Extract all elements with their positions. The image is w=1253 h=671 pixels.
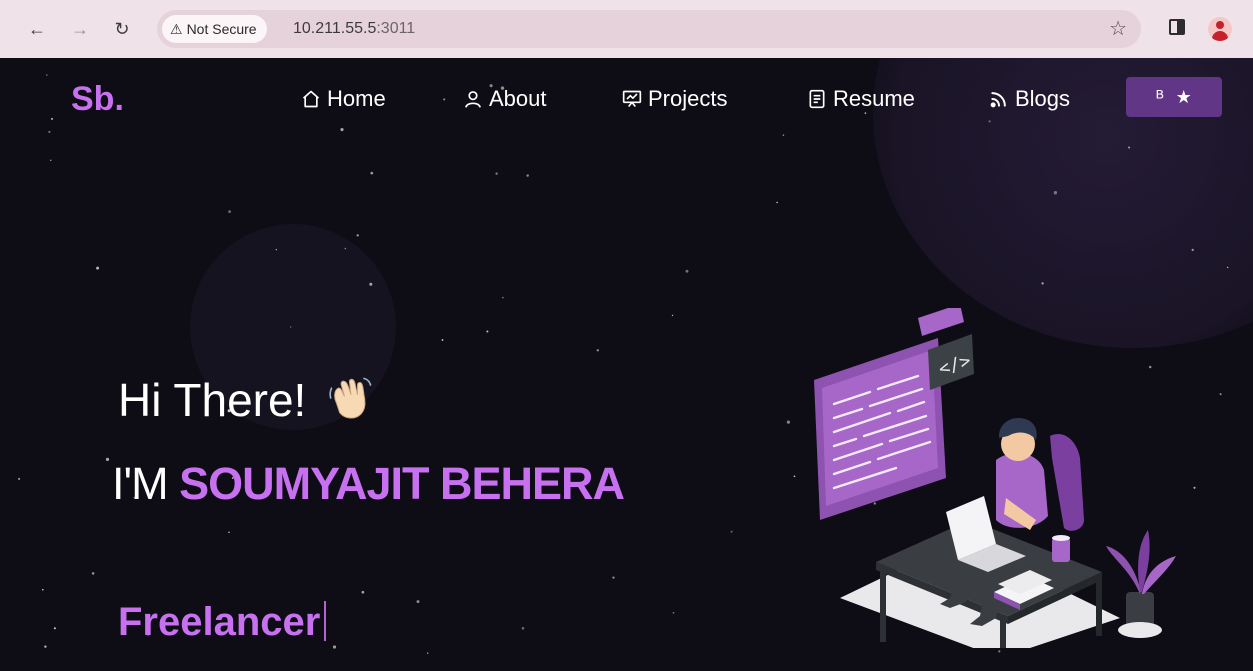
back-arrow-icon[interactable]: ← [25, 17, 49, 41]
star-dot [427, 652, 429, 654]
hero-name: SOUMYAJIT BEHERA [179, 458, 625, 509]
security-label: Not Secure [186, 21, 257, 37]
star-dot [50, 159, 52, 161]
user-icon [465, 91, 481, 108]
star-dot [332, 645, 337, 649]
reload-icon[interactable]: ↻ [110, 17, 134, 41]
nav-blogs-label: Blogs [1015, 86, 1071, 111]
nav-blogs[interactable]: Blogs [989, 84, 1070, 114]
home-icon [302, 90, 320, 108]
star-dot [671, 314, 674, 317]
star-dot [486, 330, 489, 333]
star-dot [685, 269, 689, 273]
developer-illustration: </> [814, 308, 1176, 648]
star-dot [228, 531, 230, 534]
intro-heading: I'M SOUMYAJIT BEHERA [112, 458, 625, 510]
intro-prefix: I'M [112, 458, 169, 509]
star-dot [416, 600, 420, 604]
star-dot [18, 477, 21, 480]
url-text[interactable]: 10.211.55.5:3011 [293, 10, 415, 48]
star-dot [1191, 248, 1194, 252]
star-dot [53, 627, 56, 630]
presentation-icon [622, 90, 642, 108]
star-dot [290, 326, 292, 328]
star-dot [672, 611, 675, 614]
star-dot [1226, 266, 1229, 269]
star-dot [1128, 146, 1131, 149]
github-fork-button[interactable]: ᴮ ★ [1126, 77, 1222, 117]
url-host: 10.211.55.5 [293, 20, 377, 37]
bookmark-star-icon[interactable]: ☆ [1109, 18, 1127, 40]
star-dot [370, 171, 374, 175]
greeting-heading: Hi There! [118, 372, 377, 427]
typed-role: Freelancer [118, 600, 327, 645]
nav-resume-label: Resume [833, 86, 915, 111]
star-dot [44, 645, 47, 648]
warning-icon: ⚠ [170, 21, 183, 37]
star-icon: ★ [1175, 87, 1192, 107]
star-dot [1053, 191, 1058, 195]
star-dot [793, 475, 796, 478]
browser-toolbar: ← → ↻ ⚠ Not Secure 10.211.55.5:3011 ☆ [0, 0, 1253, 59]
forward-arrow-icon[interactable]: → [68, 17, 92, 41]
star-dot [612, 576, 615, 579]
typed-role-text: Freelancer [118, 600, 321, 644]
star-dot [41, 588, 44, 591]
star-dot [356, 234, 359, 237]
star-dot [502, 296, 504, 299]
nav-resume[interactable]: Resume [807, 84, 915, 114]
security-chip[interactable]: ⚠ Not Secure [162, 15, 267, 43]
nav-projects-label: Projects [648, 86, 728, 111]
star-dot [786, 420, 791, 424]
side-panel-icon[interactable] [1169, 19, 1185, 35]
star-dot [441, 339, 444, 341]
navbar: Sb. Home About Projects Resume Blogs ᴮ ★ [0, 58, 1253, 138]
address-bar[interactable]: ⚠ Not Secure 10.211.55.5:3011 ☆ [157, 10, 1141, 48]
nav-about[interactable]: About [463, 84, 547, 114]
star-dot [96, 266, 100, 270]
star-dot [521, 627, 525, 630]
typing-cursor [324, 601, 327, 641]
star-dot [998, 650, 1001, 653]
nav-home-label: Home [327, 86, 386, 111]
nav-home[interactable]: Home [301, 84, 386, 114]
star-dot [526, 174, 529, 177]
document-icon [809, 89, 825, 109]
star-dot [105, 457, 110, 461]
star-dot [275, 248, 277, 251]
star-dot [596, 349, 600, 352]
nav-about-label: About [489, 86, 547, 111]
star-dot [228, 210, 232, 214]
star-dot [1219, 393, 1222, 396]
star-dot [495, 172, 498, 175]
nav-projects[interactable]: Projects [622, 84, 727, 114]
star-dot [369, 282, 373, 286]
url-port: :3011 [376, 20, 416, 37]
rss-icon [990, 92, 1006, 108]
star-dot [344, 247, 347, 250]
star-dot [361, 590, 365, 594]
logo[interactable]: Sb. [71, 80, 124, 119]
portfolio-page: Sb. Home About Projects Resume Blogs ᴮ ★ … [0, 58, 1253, 671]
star-dot [776, 201, 778, 204]
star-dot [730, 530, 733, 533]
star-dot [91, 572, 95, 575]
profile-avatar[interactable] [1208, 17, 1232, 41]
greeting-text: Hi There! [118, 374, 307, 426]
star-dot [1041, 282, 1044, 285]
git-fork-icon: ᴮ [1156, 87, 1164, 107]
waving-hand-icon [329, 377, 372, 419]
